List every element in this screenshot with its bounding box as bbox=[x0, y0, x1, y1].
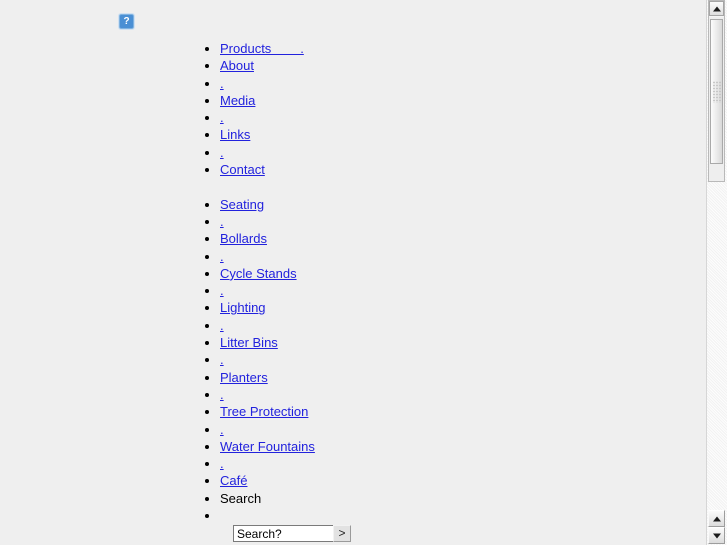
list-item: Seating bbox=[220, 196, 690, 213]
list-item: Café bbox=[220, 472, 690, 489]
list-item: Litter Bins bbox=[220, 334, 690, 351]
nav-link[interactable]: Bollards bbox=[220, 231, 267, 246]
list-item: Products . bbox=[220, 40, 690, 57]
list-item: Water Fountains bbox=[220, 438, 690, 455]
list-item: . bbox=[220, 144, 690, 161]
site-navigation-list: Products . About. Media. Links. Contact Seat… bbox=[190, 40, 690, 524]
list-item: . bbox=[220, 109, 690, 126]
list-item: Lighting bbox=[220, 299, 690, 316]
scrollbar-grip-icon bbox=[712, 80, 721, 103]
nav-label: Search bbox=[220, 490, 262, 506]
nav-link[interactable]: Litter Bins bbox=[220, 335, 278, 350]
nav-link[interactable]: . bbox=[220, 145, 224, 160]
list-item: . bbox=[220, 213, 690, 230]
list-item: . bbox=[220, 248, 690, 265]
list-item: . bbox=[220, 75, 690, 92]
list-item: . bbox=[220, 421, 690, 438]
frame-vertical-scrollbar[interactable] bbox=[708, 0, 725, 182]
list-item bbox=[220, 178, 690, 195]
nav-link[interactable]: . bbox=[220, 352, 224, 367]
list-item: Media bbox=[220, 92, 690, 109]
nav-link[interactable]: . bbox=[220, 249, 224, 264]
frame-scroll-up-button[interactable] bbox=[709, 1, 724, 16]
page-viewport: ? Products . About. Media. Links. Contact Se… bbox=[0, 0, 706, 545]
list-item: Search bbox=[220, 490, 690, 507]
nav-link[interactable]: Water Fountains bbox=[220, 439, 315, 454]
nav-link[interactable]: Cycle Stands bbox=[220, 266, 297, 281]
list-item: . bbox=[220, 282, 690, 299]
broken-image-placeholder-icon: ? bbox=[118, 13, 135, 30]
nav-link[interactable]: Media bbox=[220, 93, 255, 108]
nav-link[interactable]: . bbox=[220, 110, 224, 125]
list-item: Planters bbox=[220, 369, 690, 386]
list-item: . bbox=[220, 317, 690, 334]
scroll-up-icon bbox=[712, 6, 721, 11]
nav-link[interactable]: Café bbox=[220, 473, 247, 488]
nav-link[interactable]: . bbox=[220, 76, 224, 91]
list-item: . bbox=[220, 351, 690, 368]
list-item: Tree Protection bbox=[220, 403, 690, 420]
list-item: About bbox=[220, 57, 690, 74]
scroll-down-button[interactable] bbox=[708, 527, 725, 544]
search-form: > bbox=[233, 525, 351, 542]
nav-link[interactable]: Links bbox=[220, 127, 250, 142]
list-item: Contact bbox=[220, 161, 690, 178]
list-item: . bbox=[220, 455, 690, 472]
nav-link[interactable]: . bbox=[220, 283, 224, 298]
nav-link[interactable]: . bbox=[220, 318, 224, 333]
nav-link[interactable]: Products . bbox=[220, 41, 304, 56]
scroll-down-icon bbox=[712, 533, 721, 538]
list-item: Links bbox=[220, 126, 690, 143]
list-item bbox=[220, 507, 690, 524]
search-submit-button[interactable]: > bbox=[333, 525, 351, 542]
nav-link[interactable]: Seating bbox=[220, 197, 264, 212]
frame-scrollbar-thumb[interactable] bbox=[710, 19, 723, 164]
nav-link[interactable]: Planters bbox=[220, 370, 268, 385]
list-item: . bbox=[220, 386, 690, 403]
list-item: Cycle Stands bbox=[220, 265, 690, 282]
nav-link[interactable]: Lighting bbox=[220, 300, 266, 315]
nav-link[interactable]: . bbox=[220, 214, 224, 229]
nav-link[interactable]: . bbox=[220, 422, 224, 437]
scroll-up-icon bbox=[712, 516, 721, 521]
nav-link[interactable]: Tree Protection bbox=[220, 404, 308, 419]
nav-link[interactable]: Contact bbox=[220, 162, 265, 177]
nav-link[interactable]: About bbox=[220, 58, 254, 73]
scroll-up-button-secondary[interactable] bbox=[708, 510, 725, 527]
nav-link[interactable]: . bbox=[220, 387, 224, 402]
search-input[interactable] bbox=[233, 525, 333, 542]
nav-link[interactable]: . bbox=[220, 456, 224, 471]
list-item: Bollards bbox=[220, 230, 690, 247]
